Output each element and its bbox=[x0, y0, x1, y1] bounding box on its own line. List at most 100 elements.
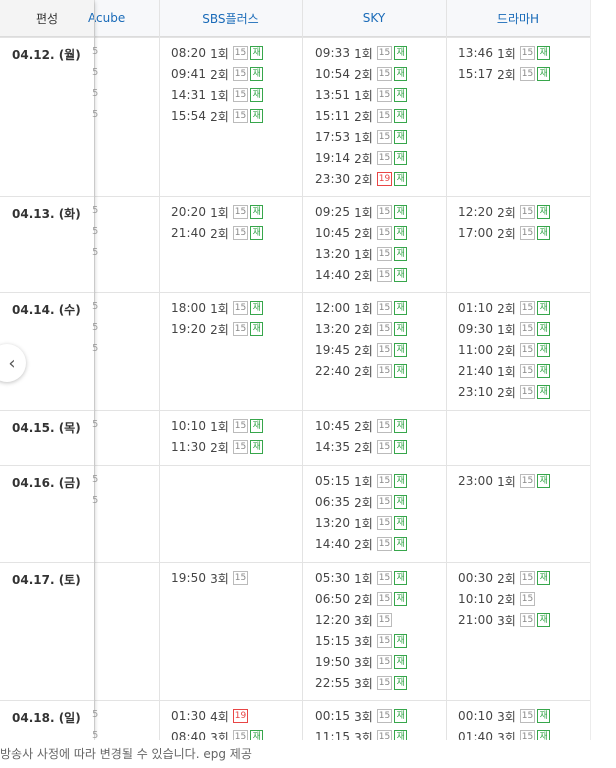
rerun-badge: 재 bbox=[394, 709, 408, 723]
schedule-entry[interactable]: 09:30 1회 15 재 bbox=[458, 321, 551, 337]
schedule-entry[interactable]: 09:41 2회 15 재 bbox=[171, 66, 264, 82]
header-channel-drama[interactable]: 드라마H bbox=[446, 0, 590, 37]
episode-number: 2회 bbox=[354, 592, 373, 607]
airtime: 20:20 bbox=[171, 205, 207, 219]
rerun-badge: 재 bbox=[250, 88, 264, 102]
schedule-entry[interactable]: 20:20 1회 15 재 bbox=[171, 204, 264, 220]
airtime: 19:20 bbox=[171, 322, 207, 336]
airtime: 09:25 bbox=[315, 205, 351, 219]
rating-badge: 15 bbox=[232, 419, 249, 433]
schedule-entry[interactable]: 08:20 1회 15 재 bbox=[171, 45, 264, 61]
schedule-entry[interactable]: 17:53 1회 15 재 bbox=[315, 129, 408, 145]
schedule-entry[interactable]: 06:35 2회 15 재 bbox=[315, 494, 408, 510]
schedule-entry[interactable]: 21:00 3회 15 재 bbox=[458, 612, 551, 628]
rating-badge: 15 bbox=[376, 247, 393, 261]
schedule-entry[interactable]: 19:50 3회 15 재 bbox=[315, 654, 408, 670]
schedule-entry[interactable]: 10:45 2회 15 재 bbox=[315, 418, 408, 434]
schedule-entry[interactable]: 06:50 2회 15 재 bbox=[315, 591, 408, 607]
schedule-entry[interactable]: 18:00 1회 15 재 bbox=[171, 300, 264, 316]
episode-number: 3회 bbox=[210, 730, 229, 741]
rerun-badge: 재 bbox=[394, 343, 408, 357]
episode-number: 3회 bbox=[354, 613, 373, 628]
schedule-entry[interactable]: 13:51 1회 15 재 bbox=[315, 87, 408, 103]
schedule-entry[interactable]: 12:20 2회 15 재 bbox=[458, 204, 551, 220]
schedule-entry[interactable]: 21:40 1회 15 재 bbox=[458, 363, 551, 379]
airtime: 19:45 bbox=[315, 343, 351, 357]
schedule-entry[interactable]: 22:55 3회 15 재 bbox=[315, 675, 408, 691]
schedule-entry[interactable]: 09:33 1회 15 재 bbox=[315, 45, 408, 61]
schedule-entry[interactable]: 12:20 3회 15 bbox=[315, 612, 393, 628]
schedule-entry[interactable]: 21:40 2회 15 재 bbox=[171, 225, 264, 241]
schedule-entry[interactable]: 13:20 2회 15 재 bbox=[315, 321, 408, 337]
schedule-entry[interactable]: 10:10 2회 15 bbox=[458, 591, 536, 607]
episode-number: 2회 bbox=[497, 301, 516, 316]
rerun-badge: 재 bbox=[537, 205, 551, 219]
schedule-entry[interactable]: 22:40 2회 15 재 bbox=[315, 363, 408, 379]
header-channel-clipped[interactable]: Acube bbox=[88, 0, 159, 37]
airtime: 17:00 bbox=[458, 226, 494, 240]
clipped-rating-badge: 5 bbox=[92, 46, 99, 57]
clipped-rating-badge: 5 bbox=[92, 109, 99, 120]
schedule-entry[interactable]: 14:40 2회 15 재 bbox=[315, 536, 408, 552]
header-channel-sbs[interactable]: SBS플러스 bbox=[159, 0, 302, 37]
schedule-entry[interactable]: 15:11 2회 15 재 bbox=[315, 108, 408, 124]
airtime: 19:50 bbox=[315, 655, 351, 669]
airtime: 15:11 bbox=[315, 109, 351, 123]
rating-badge: 15 bbox=[232, 205, 249, 219]
schedule-entry[interactable]: 09:25 1회 15 재 bbox=[315, 204, 408, 220]
airtime: 12:20 bbox=[458, 205, 494, 219]
episode-number: 2회 bbox=[497, 385, 516, 400]
schedule-entry[interactable]: 14:31 1회 15 재 bbox=[171, 87, 264, 103]
schedule-entry[interactable]: 00:30 2회 15 재 bbox=[458, 570, 551, 586]
schedule-entry[interactable]: 01:40 3회 15 재 bbox=[458, 729, 551, 740]
schedule-entry[interactable]: 13:20 1회 15 재 bbox=[315, 246, 408, 262]
schedule-entry[interactable]: 11:15 3회 15 재 bbox=[315, 729, 408, 740]
airtime: 09:41 bbox=[171, 67, 207, 81]
rating-badge: 15 bbox=[376, 537, 393, 551]
rating-badge: 15 bbox=[232, 440, 249, 454]
airtime: 12:20 bbox=[315, 613, 351, 627]
schedule-entry[interactable]: 10:45 2회 15 재 bbox=[315, 225, 408, 241]
schedule-entry[interactable]: 13:20 1회 15 재 bbox=[315, 515, 408, 531]
schedule-entry[interactable]: 23:00 1회 15 재 bbox=[458, 473, 551, 489]
airtime: 17:53 bbox=[315, 130, 351, 144]
episode-number: 4회 bbox=[210, 709, 229, 724]
schedule-entry[interactable]: 19:20 2회 15 재 bbox=[171, 321, 264, 337]
schedule-entry[interactable]: 23:10 2회 15 재 bbox=[458, 384, 551, 400]
schedule-entry[interactable]: 14:40 2회 15 재 bbox=[315, 267, 408, 283]
schedule-entry[interactable]: 11:00 2회 15 재 bbox=[458, 342, 551, 358]
schedule-entry[interactable]: 05:15 1회 15 재 bbox=[315, 473, 408, 489]
schedule-entry[interactable]: 19:50 3회 15 bbox=[171, 570, 249, 586]
schedule-entry[interactable]: 12:00 1회 15 재 bbox=[315, 300, 408, 316]
schedule-entry[interactable]: 00:15 3회 15 재 bbox=[315, 708, 408, 724]
schedule-entry[interactable]: 23:30 2회 19 재 bbox=[315, 171, 408, 187]
schedule-entry[interactable]: 08:40 3회 15 재 bbox=[171, 729, 264, 741]
row-date: 04.18. (일) bbox=[12, 711, 81, 725]
schedule-entry[interactable]: 15:15 3회 15 재 bbox=[315, 633, 408, 649]
schedule-entry[interactable]: 15:17 2회 15 재 bbox=[458, 66, 551, 82]
schedule-entry[interactable]: 13:46 1회 15 재 bbox=[458, 45, 551, 61]
airtime: 21:00 bbox=[458, 613, 494, 627]
schedule-entry[interactable]: 15:54 2회 15 재 bbox=[171, 108, 264, 124]
episode-number: 2회 bbox=[497, 205, 516, 220]
schedule-entry[interactable]: 10:10 1회 15 재 bbox=[171, 418, 264, 434]
schedule-entry[interactable]: 17:00 2회 15 재 bbox=[458, 225, 551, 241]
rating-badge: 15 bbox=[376, 474, 393, 488]
schedule-entry[interactable]: 01:30 4회 19 bbox=[171, 708, 249, 724]
schedule-entry[interactable]: 14:35 2회 15 재 bbox=[315, 439, 408, 455]
scrollbar-track[interactable] bbox=[590, 0, 616, 740]
schedule-entry[interactable]: 19:45 2회 15 재 bbox=[315, 342, 408, 358]
header-channel-sky[interactable]: SKY bbox=[302, 0, 446, 37]
episode-number: 1회 bbox=[354, 247, 373, 262]
rating-badge: 15 bbox=[376, 613, 393, 627]
schedule-entry[interactable]: 01:10 2회 15 재 bbox=[458, 300, 551, 316]
schedule-entry[interactable]: 05:30 1회 15 재 bbox=[315, 570, 408, 586]
schedule-entry[interactable]: 00:10 3회 15 재 bbox=[458, 708, 551, 724]
schedule-entry[interactable]: 11:30 2회 15 재 bbox=[171, 439, 264, 455]
rating-badge: 15 bbox=[519, 709, 536, 723]
rating-badge: 15 bbox=[376, 109, 393, 123]
schedule-entry[interactable]: 10:54 2회 15 재 bbox=[315, 66, 408, 82]
airtime: 23:30 bbox=[315, 172, 351, 186]
schedule-entry[interactable]: 19:14 2회 15 재 bbox=[315, 150, 408, 166]
airtime: 19:14 bbox=[315, 151, 351, 165]
